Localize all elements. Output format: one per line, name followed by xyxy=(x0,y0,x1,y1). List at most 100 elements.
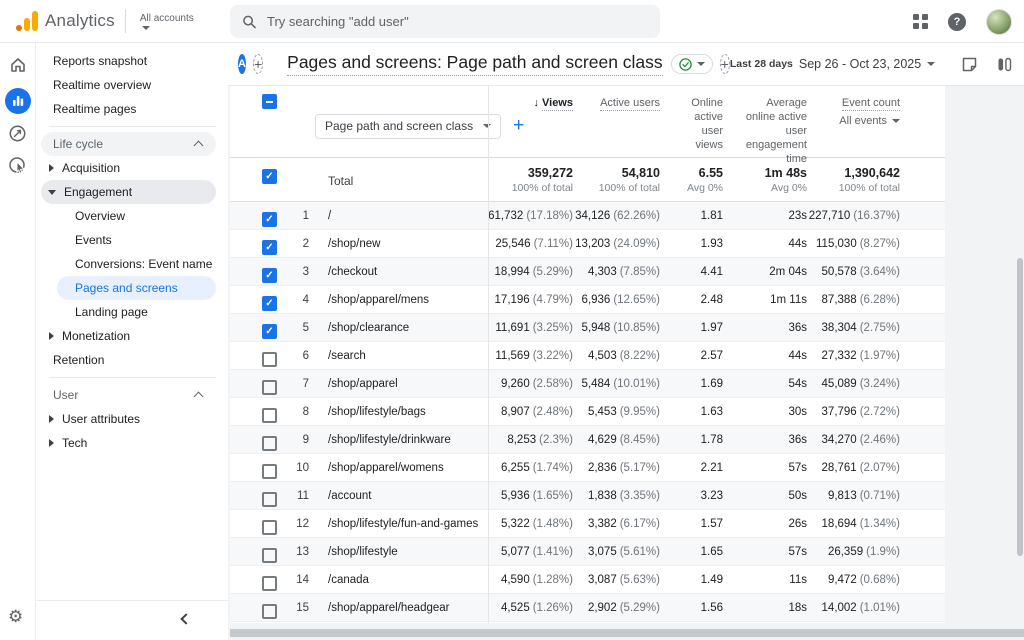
row-checkbox[interactable] xyxy=(262,520,277,535)
item-label: Realtime pages xyxy=(41,102,136,116)
explore-icon[interactable] xyxy=(5,120,31,146)
comparison-icon[interactable] xyxy=(994,54,1014,74)
page-path: /canada xyxy=(316,566,488,594)
table-row: 1 / 61,732(17.18%) 34,126(62.26%) 1.81 2… xyxy=(230,202,945,230)
page-path: /shop/clearance xyxy=(316,314,488,342)
account-chip[interactable]: A xyxy=(238,54,246,74)
row-checkbox[interactable] xyxy=(262,436,277,451)
events-pct: (2.72%) xyxy=(860,406,900,418)
section-user[interactable]: User xyxy=(41,383,216,407)
table-row: 13 /shop/lifestyle 5,077(1.41%) 3,075(5.… xyxy=(230,538,945,566)
divider xyxy=(49,377,216,378)
sidebar-item-acquisition[interactable]: Acquisition xyxy=(41,156,216,180)
sidebar-item-pages-and-screens[interactable]: Pages and screens xyxy=(57,276,216,300)
vertical-scrollbar[interactable] xyxy=(1017,258,1023,556)
chevron-up-icon xyxy=(194,141,204,151)
logo-bar xyxy=(24,18,30,31)
column-header-active-users[interactable]: Active users xyxy=(573,86,660,166)
select-all-checkbox[interactable] xyxy=(262,94,277,109)
horizontal-scrollbar[interactable] xyxy=(230,629,1024,637)
row-checkbox[interactable] xyxy=(262,408,277,423)
event-filter-dropdown[interactable]: All events xyxy=(807,114,900,128)
report-status-pill[interactable] xyxy=(671,54,713,74)
section-life-cycle[interactable]: Life cycle xyxy=(41,132,216,156)
app-bar: Analytics All accounts ? xyxy=(0,0,1024,43)
date-range-picker[interactable]: Last 28 days Sep 26 - Oct 23, 2025 xyxy=(730,57,935,71)
home-icon[interactable] xyxy=(5,52,31,78)
help-icon[interactable]: ? xyxy=(948,13,966,31)
row-checkbox[interactable] xyxy=(262,296,277,311)
total-events-sub: 100% of total xyxy=(807,182,900,194)
row-checkbox[interactable] xyxy=(262,380,277,395)
reports-icon[interactable] xyxy=(5,88,31,114)
column-header-online-views[interactable]: Online active user views xyxy=(660,86,723,166)
search-bar[interactable] xyxy=(230,5,660,38)
row-checkbox[interactable] xyxy=(262,240,277,255)
events-value: 28,761 xyxy=(822,462,857,474)
views-pct: (5.29%) xyxy=(533,266,573,278)
engagement-time-value: 11s xyxy=(723,566,807,594)
sidebar-item-realtime-pages[interactable]: Realtime pages xyxy=(41,97,216,121)
add-comparison-chip[interactable]: + xyxy=(253,54,263,74)
page-path: /shop/lifestyle/drinkware xyxy=(316,426,488,454)
row-number: 6 xyxy=(290,342,316,370)
column-header-event-count[interactable]: Event count All events xyxy=(807,86,900,166)
sidebar-item-events[interactable]: Events xyxy=(57,228,216,252)
column-header-views[interactable]: ↓ Views xyxy=(488,86,573,166)
online-views-value: 2.57 xyxy=(660,342,723,370)
row-checkbox[interactable] xyxy=(262,576,277,591)
sidebar-item-overview[interactable]: Overview xyxy=(57,204,216,228)
users-value: 1,838 xyxy=(588,490,617,502)
engagement-time-value: 1m 11s xyxy=(723,286,807,314)
notes-icon[interactable] xyxy=(959,54,979,74)
engagement-time-value: 2m 04s xyxy=(723,258,807,286)
row-checkbox[interactable] xyxy=(262,492,277,507)
apps-grid-icon[interactable] xyxy=(913,14,928,29)
search-input[interactable] xyxy=(267,14,648,29)
users-value: 6,936 xyxy=(582,294,611,306)
sidebar-item-retention[interactable]: Retention xyxy=(41,348,216,372)
row-checkbox[interactable] xyxy=(262,268,277,283)
sidebar-item-reports-snapshot[interactable]: Reports snapshot xyxy=(41,49,216,73)
advertising-icon[interactable] xyxy=(5,152,31,178)
item-label: Landing page xyxy=(57,305,148,319)
table-row: 6 /search 11,569(3.22%) 4,503(8.22%) 2.5… xyxy=(230,342,945,370)
sidebar-item-user-attributes[interactable]: User attributes xyxy=(41,407,216,431)
analytics-logo-icon[interactable] xyxy=(16,11,38,31)
row-checkbox[interactable] xyxy=(262,324,277,339)
item-label: Engagement xyxy=(56,185,132,199)
column-divider xyxy=(488,86,489,623)
account-switcher[interactable]: All accounts xyxy=(140,13,194,30)
sidebar-item-tech[interactable]: Tech xyxy=(41,431,216,455)
avatar[interactable] xyxy=(986,9,1012,35)
sidebar-item-realtime-overview[interactable]: Realtime overview xyxy=(41,73,216,97)
page-title[interactable]: Pages and screens: Page path and screen … xyxy=(287,52,663,76)
add-report-chip[interactable]: + xyxy=(720,54,730,74)
row-checkbox[interactable] xyxy=(262,604,277,619)
event-count-value: 45,089(3.24%) xyxy=(807,370,900,398)
sidebar-item-engagement[interactable]: Engagement xyxy=(41,180,216,204)
events-pct: (16.37%) xyxy=(853,210,900,222)
admin-gear-icon[interactable]: ⚙ xyxy=(8,607,23,627)
sidebar-item-monetization[interactable]: Monetization xyxy=(41,324,216,348)
dimension-label: Page path and screen class xyxy=(325,119,473,133)
item-label: Pages and screens xyxy=(57,281,178,295)
column-header-avg-engagement[interactable]: Average online active user engagement ti… xyxy=(723,86,807,166)
views-pct: (3.25%) xyxy=(533,322,573,334)
total-checkbox[interactable] xyxy=(262,169,277,184)
row-checkbox[interactable] xyxy=(262,212,277,227)
event-filter-label: All events xyxy=(839,114,887,128)
users-pct: (9.95%) xyxy=(620,406,660,418)
row-checkbox[interactable] xyxy=(262,464,277,479)
views-value: 25,546 xyxy=(495,238,530,250)
total-users-sub: 100% of total xyxy=(573,182,660,194)
row-checkbox[interactable] xyxy=(262,548,277,563)
sidebar-item-conversions[interactable]: Conversions: Event name xyxy=(57,252,216,276)
sidebar-item-landing-page[interactable]: Landing page xyxy=(57,300,216,324)
events-value: 26,359 xyxy=(828,546,863,558)
collapse-sidebar-icon[interactable] xyxy=(180,613,191,624)
dimension-selector[interactable]: Page path and screen class xyxy=(315,114,501,139)
online-views-value: 1.49 xyxy=(660,566,723,594)
row-checkbox[interactable] xyxy=(262,352,277,367)
report-body: Page path and screen class + ↓ Views Act… xyxy=(228,86,1024,640)
